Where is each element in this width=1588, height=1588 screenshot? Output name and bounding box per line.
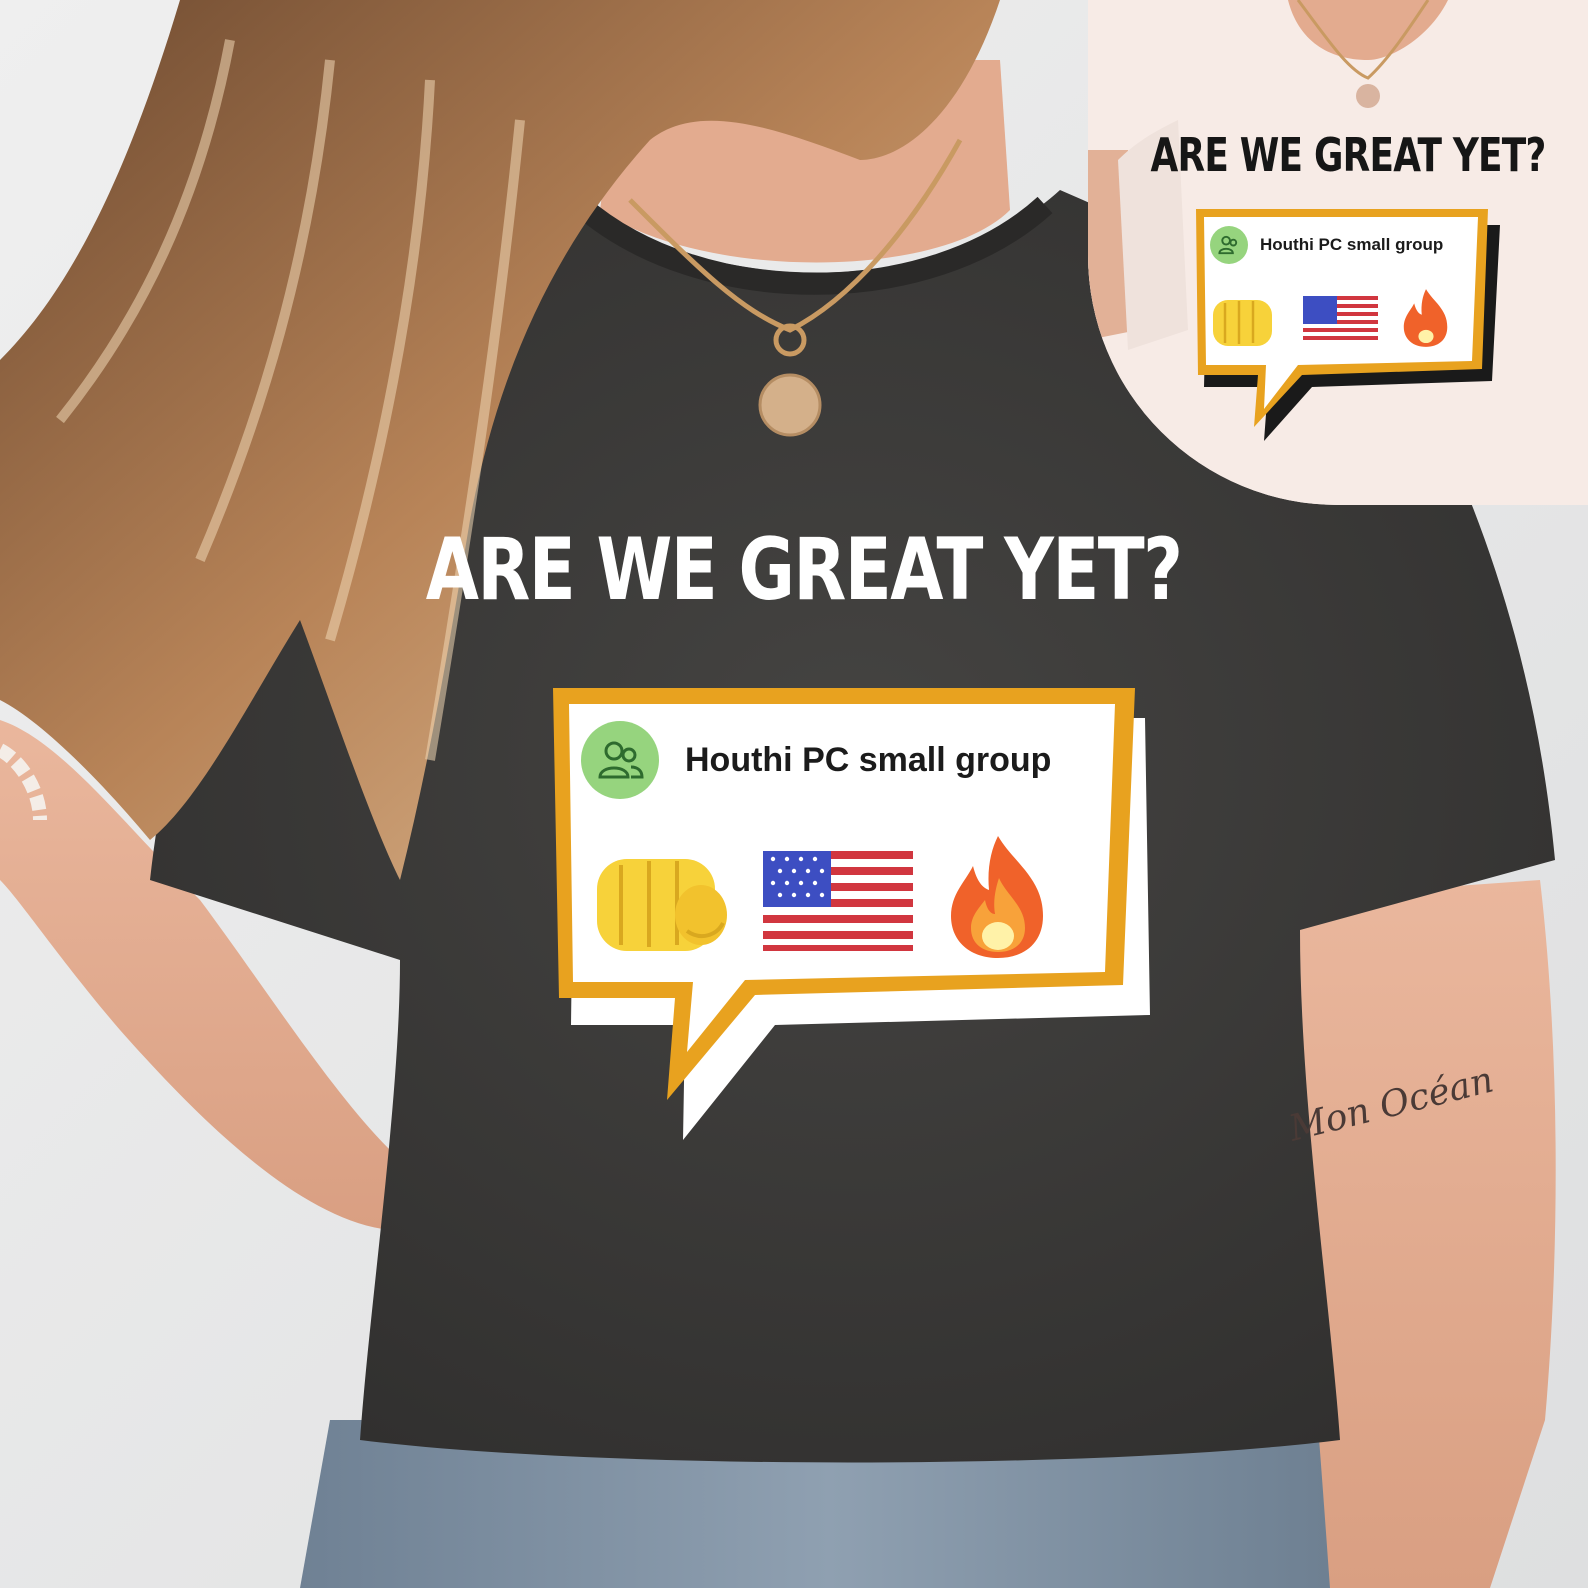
group-people-icon — [598, 741, 644, 779]
group-name: Houthi PC small group — [685, 740, 1052, 779]
necklace-pendant — [758, 373, 822, 437]
inset-us-flag-emoji — [1303, 296, 1378, 346]
fist-emoji — [597, 859, 727, 951]
speech-bubble: Houthi PC small group — [545, 680, 1165, 1140]
inset-speech-bubble: Houthi PC small group — [1192, 205, 1512, 445]
inset-group-name: Houthi PC small group — [1260, 235, 1444, 254]
inset-group-header: Houthi PC small group — [1210, 225, 1443, 265]
fire-emoji — [951, 836, 1043, 958]
group-avatar — [581, 721, 659, 799]
inset-pendant — [1356, 84, 1380, 108]
inset-group-people-icon — [1218, 235, 1238, 255]
inset-fist-emoji — [1213, 300, 1272, 346]
group-header: Houthi PC small group — [581, 720, 1051, 800]
shirt-headline: ARE WE GREAT YET? — [425, 520, 1183, 620]
inset-fire-emoji — [1403, 289, 1448, 347]
product-inset: ARE WE GREAT YET? Houthi PC small group — [1088, 0, 1588, 505]
product-photo: ARE WE GREAT YET? Houthi PC small group — [0, 0, 1588, 1588]
inset-group-avatar — [1210, 226, 1248, 264]
inset-headline: ARE WE GREAT YET? — [1150, 128, 1546, 182]
us-flag-emoji — [763, 851, 913, 951]
